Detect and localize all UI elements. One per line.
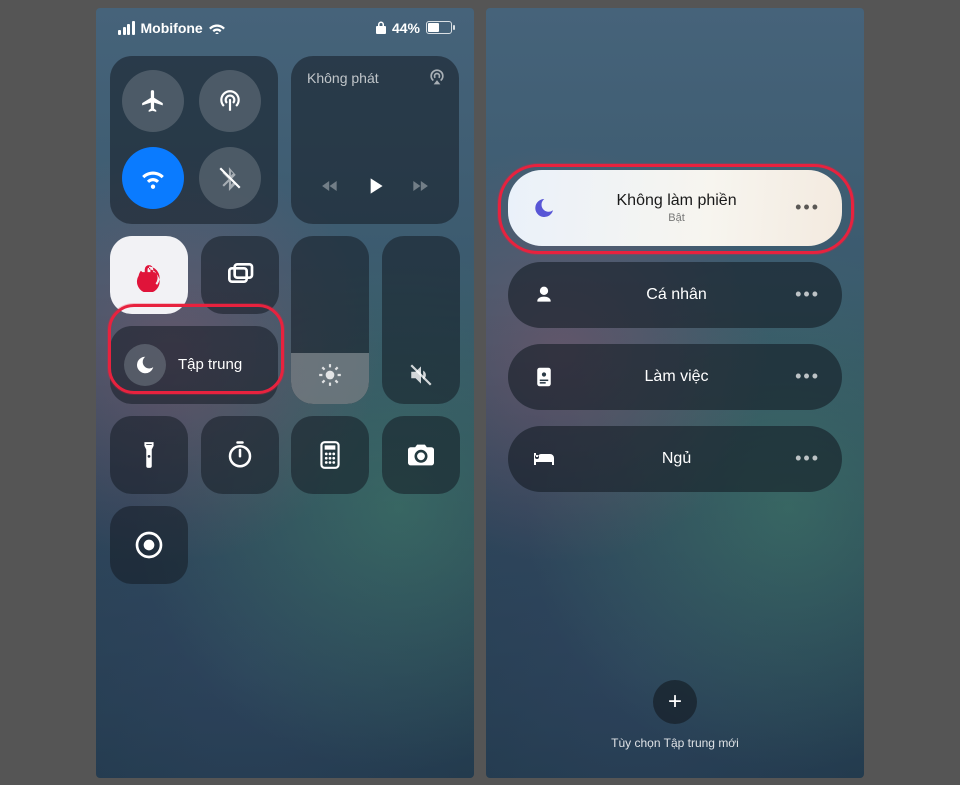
moon-icon — [530, 196, 558, 220]
focus-button[interactable]: Tập trung — [110, 326, 278, 404]
focus-mode-label: Ngủ — [558, 450, 795, 468]
focus-mode-personal[interactable]: Cá nhân ••• — [508, 262, 842, 328]
focus-mode-do-not-disturb[interactable]: Không làm phiền Bật ••• — [508, 170, 842, 246]
focus-mode-label: Làm việc — [558, 368, 795, 386]
play-icon[interactable] — [362, 172, 388, 200]
wifi-toggle[interactable] — [122, 147, 184, 209]
airplay-icon[interactable] — [427, 66, 447, 86]
timer-icon — [225, 440, 255, 470]
screen-mirroring-icon — [224, 259, 256, 291]
focus-mode-sleep[interactable]: Ngủ ••• — [508, 426, 842, 492]
record-icon — [133, 529, 165, 561]
control-center-screenshot: Mobifone 44% — [96, 8, 474, 778]
focus-mode-label: Cá nhân — [558, 286, 795, 304]
brightness-icon — [317, 362, 343, 388]
orientation-lock-toggle[interactable] — [110, 236, 188, 314]
more-icon[interactable]: ••• — [795, 284, 820, 305]
screen-record-button[interactable] — [110, 506, 188, 584]
orientation-lock-icon — [132, 258, 166, 292]
brightness-slider[interactable] — [291, 236, 369, 404]
battery-icon — [426, 21, 452, 34]
calculator-button[interactable] — [291, 416, 369, 494]
cellular-signal-icon — [118, 21, 135, 35]
focus-mode-work[interactable]: Làm việc ••• — [508, 344, 842, 410]
more-icon[interactable]: ••• — [795, 366, 820, 387]
media-module[interactable]: Không phát — [291, 56, 459, 224]
previous-track-icon[interactable] — [317, 176, 343, 196]
plus-icon: + — [668, 688, 682, 716]
focus-label: Tập trung — [178, 356, 242, 373]
carrier-label: Mobifone — [141, 20, 203, 36]
volume-slider[interactable] — [382, 236, 460, 404]
bluetooth-toggle[interactable] — [199, 147, 261, 209]
badge-icon — [530, 366, 558, 388]
wifi-icon — [209, 22, 225, 34]
calculator-icon — [317, 440, 343, 470]
connectivity-module[interactable] — [110, 56, 278, 224]
add-focus-button[interactable]: + — [653, 680, 697, 724]
person-icon — [530, 285, 558, 305]
focus-modes-screenshot: Không làm phiền Bật ••• Cá nhân ••• Làm … — [486, 8, 864, 778]
flashlight-icon — [138, 440, 160, 470]
screen-mirroring-button[interactable] — [201, 236, 279, 314]
more-icon[interactable]: ••• — [795, 197, 820, 218]
airplane-mode-toggle[interactable] — [122, 70, 184, 132]
camera-button[interactable] — [382, 416, 460, 494]
more-icon[interactable]: ••• — [795, 448, 820, 469]
volume-mute-icon — [408, 362, 434, 388]
battery-percent: 44% — [392, 20, 420, 36]
timer-button[interactable] — [201, 416, 279, 494]
focus-mode-label: Không làm phiền Bật — [558, 192, 795, 224]
next-track-icon[interactable] — [407, 176, 433, 196]
add-focus-caption: Tùy chọn Tập trung mới — [486, 736, 864, 750]
media-title: Không phát — [307, 70, 379, 86]
bed-icon — [530, 450, 558, 468]
lock-icon — [376, 21, 386, 34]
focus-modes-list: Không làm phiền Bật ••• Cá nhân ••• Làm … — [500, 170, 850, 492]
camera-icon — [405, 442, 437, 468]
moon-icon — [124, 344, 166, 386]
flashlight-button[interactable] — [110, 416, 188, 494]
status-bar: Mobifone 44% — [110, 20, 460, 44]
cellular-data-toggle[interactable] — [199, 70, 261, 132]
